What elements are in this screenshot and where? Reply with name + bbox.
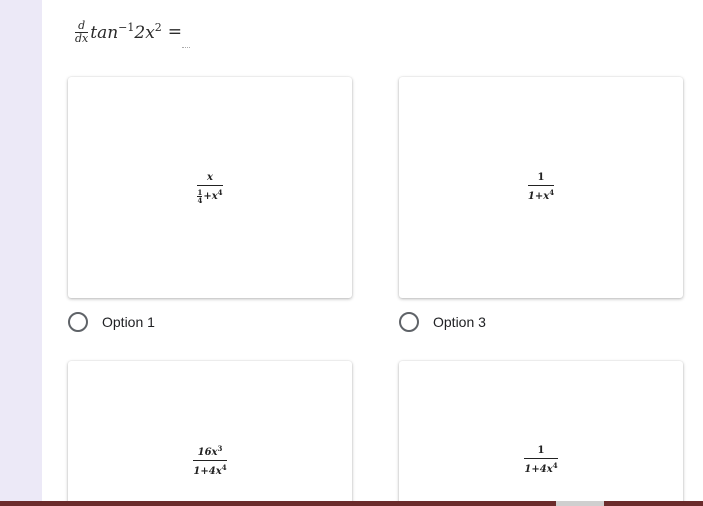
option-1-math: x 1 4 +x4 bbox=[197, 171, 223, 205]
fraction-bar bbox=[524, 457, 558, 459]
argument-exponent: 2 bbox=[154, 21, 162, 34]
denominator-exponent: 4 bbox=[221, 462, 227, 472]
option-3-numerator: 1 bbox=[537, 172, 545, 183]
function-argument: 2x bbox=[134, 23, 155, 43]
option-4-image[interactable]: 1 1+4x4 bbox=[399, 361, 683, 506]
option-3-math: 1 1+x4 bbox=[527, 172, 555, 203]
option-3-image[interactable]: 1 1+x4 bbox=[399, 77, 683, 298]
question-function: tan−12x2 bbox=[90, 21, 162, 43]
option-3-denominator: 1+x4 bbox=[528, 187, 554, 203]
derivative-fraction: d dx bbox=[75, 18, 89, 45]
radio-icon[interactable] bbox=[399, 312, 419, 332]
option-1-numerator: x bbox=[207, 171, 213, 183]
radio-icon[interactable] bbox=[68, 312, 88, 332]
denominator-exponent: 4 bbox=[552, 460, 558, 470]
derivative-denominator: dx bbox=[75, 31, 89, 45]
scroll-hint bbox=[182, 47, 190, 49]
numerator-base: 16x bbox=[197, 446, 218, 458]
denominator-base: 1+4x bbox=[524, 463, 553, 475]
option-2-math: 16x3 1+4x4 bbox=[193, 443, 227, 478]
option-1-image[interactable]: x 1 4 +x4 bbox=[68, 77, 352, 298]
option-3-label: Option 3 bbox=[433, 314, 486, 330]
option-1-row[interactable]: Option 1 bbox=[68, 312, 155, 332]
option-3-row[interactable]: Option 3 bbox=[399, 312, 486, 332]
equals-sign: = bbox=[167, 22, 183, 42]
numerator-exponent: 3 bbox=[217, 443, 223, 453]
denominator-base: 1+4x bbox=[193, 465, 222, 477]
fraction-bar bbox=[197, 184, 223, 186]
inverse-exponent: −1 bbox=[118, 21, 135, 34]
option-1-denominator: 1 4 +x4 bbox=[197, 187, 223, 205]
question-card: d dx tan−12x2 = x 1 4 +x4 Option 1 1 1+x… bbox=[42, 0, 703, 506]
option-2-denominator: 1+4x4 bbox=[193, 462, 226, 478]
option-1-label: Option 1 bbox=[102, 314, 155, 330]
fraction-bar bbox=[193, 459, 227, 461]
denominator-exponent: 4 bbox=[549, 188, 555, 197]
denominator-exponent: 4 bbox=[217, 187, 223, 197]
option-4-numerator: 1 bbox=[537, 444, 545, 456]
taskbar-item[interactable] bbox=[556, 501, 604, 506]
option-2-image[interactable]: 16x3 1+4x4 bbox=[68, 361, 352, 506]
small-fraction-denominator: 4 bbox=[197, 195, 203, 205]
option-4-math: 1 1+4x4 bbox=[524, 444, 558, 476]
option-2-numerator: 16x3 bbox=[198, 443, 223, 459]
denominator-rest: +x bbox=[203, 190, 218, 202]
taskbar bbox=[0, 501, 703, 506]
denominator-base: 1+x bbox=[527, 191, 550, 202]
question-text: d dx tan−12x2 = bbox=[75, 12, 182, 52]
derivative-numerator: d bbox=[78, 18, 86, 32]
small-fraction: 1 4 bbox=[197, 187, 203, 205]
function-name: tan bbox=[90, 23, 119, 43]
small-fraction-numerator: 1 bbox=[197, 187, 203, 197]
left-margin bbox=[0, 0, 42, 506]
fraction-bar bbox=[527, 185, 555, 186]
option-4-denominator: 1+4x4 bbox=[524, 460, 557, 476]
